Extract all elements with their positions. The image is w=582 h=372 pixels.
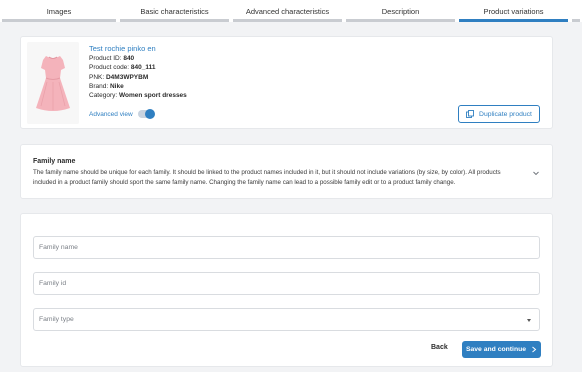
product-summary-card: Test rochie pinko en Product ID: 840 Pro… (20, 36, 553, 129)
advanced-view-control: Advanced view (89, 109, 155, 119)
family-type-select[interactable]: Family type (33, 308, 540, 331)
duplicate-product-button[interactable]: Duplicate product (458, 105, 540, 123)
brand-label: Brand: (89, 82, 109, 90)
family-name-info-text: The family name should be unique for eac… (33, 169, 501, 186)
tab-overflow (570, 0, 582, 22)
chevron-down-icon[interactable] (532, 169, 540, 177)
product-code-row: Product code: 840_111 (89, 63, 187, 72)
tab-advanced-characteristics-label: Advanced characteristics (245, 6, 330, 16)
tab-product-variations[interactable]: Product variations (457, 0, 570, 22)
duplicate-product-label: Duplicate product (479, 110, 532, 118)
family-name-info-title: Family name (33, 158, 76, 165)
tab-basic-characteristics[interactable]: Basic characteristics (118, 0, 231, 22)
step-tabs: Images Basic characteristics Advanced ch… (0, 0, 582, 22)
family-form-card: Family name Family id Family type Back S… (20, 213, 553, 367)
product-code-value: 840_111 (130, 64, 156, 72)
family-name-input[interactable]: Family name (33, 236, 540, 259)
family-id-placeholder: Family id (39, 280, 67, 287)
toggle-knob (144, 109, 155, 119)
copy-icon (466, 110, 474, 118)
category-row: Category: Women sport dresses (89, 91, 187, 100)
family-id-input[interactable]: Family id (33, 272, 540, 295)
tab-images-label: Images (46, 6, 72, 16)
pnk-label: PNK: (89, 73, 105, 81)
advanced-view-toggle[interactable] (137, 109, 155, 119)
tab-advanced-characteristics[interactable]: Advanced characteristics (231, 0, 344, 22)
category-label: Category: (89, 92, 118, 100)
dress-image (27, 42, 79, 124)
product-title[interactable]: Test rochie pinko en (89, 44, 187, 54)
tab-basic-characteristics-label: Basic characteristics (140, 6, 209, 16)
save-and-continue-button[interactable]: Save and continue (462, 341, 541, 358)
tab-images[interactable]: Images (0, 0, 118, 22)
product-id-row: Product ID: 840 (89, 54, 187, 63)
family-name-placeholder: Family name (39, 244, 78, 251)
category-value: Women sport dresses (119, 92, 187, 100)
save-and-continue-label: Save and continue (465, 346, 527, 353)
pnk-row: PNK: D4M3WPYBM (89, 73, 187, 82)
brand-value: Nike (109, 82, 124, 90)
brand-row: Brand: Nike (89, 82, 187, 91)
tab-description-label: Description (381, 6, 420, 16)
tab-description[interactable]: Description (344, 0, 457, 22)
product-info: Test rochie pinko en Product ID: 840 Pro… (89, 44, 187, 100)
back-button[interactable]: Back (431, 344, 448, 351)
product-id-label: Product ID: (89, 55, 122, 62)
chevron-right-icon (532, 346, 537, 353)
family-name-info-card: Family name The family name should be un… (20, 144, 553, 199)
caret-down-icon (527, 319, 531, 322)
product-image (27, 42, 79, 124)
product-code-label: Product code: (89, 64, 130, 72)
product-id-value: 840 (123, 55, 135, 62)
family-type-placeholder: Family type (39, 316, 74, 323)
pnk-value: D4M3WPYBM (105, 73, 149, 81)
advanced-view-label: Advanced view (89, 110, 133, 118)
tab-product-variations-label: Product variations (483, 6, 544, 16)
